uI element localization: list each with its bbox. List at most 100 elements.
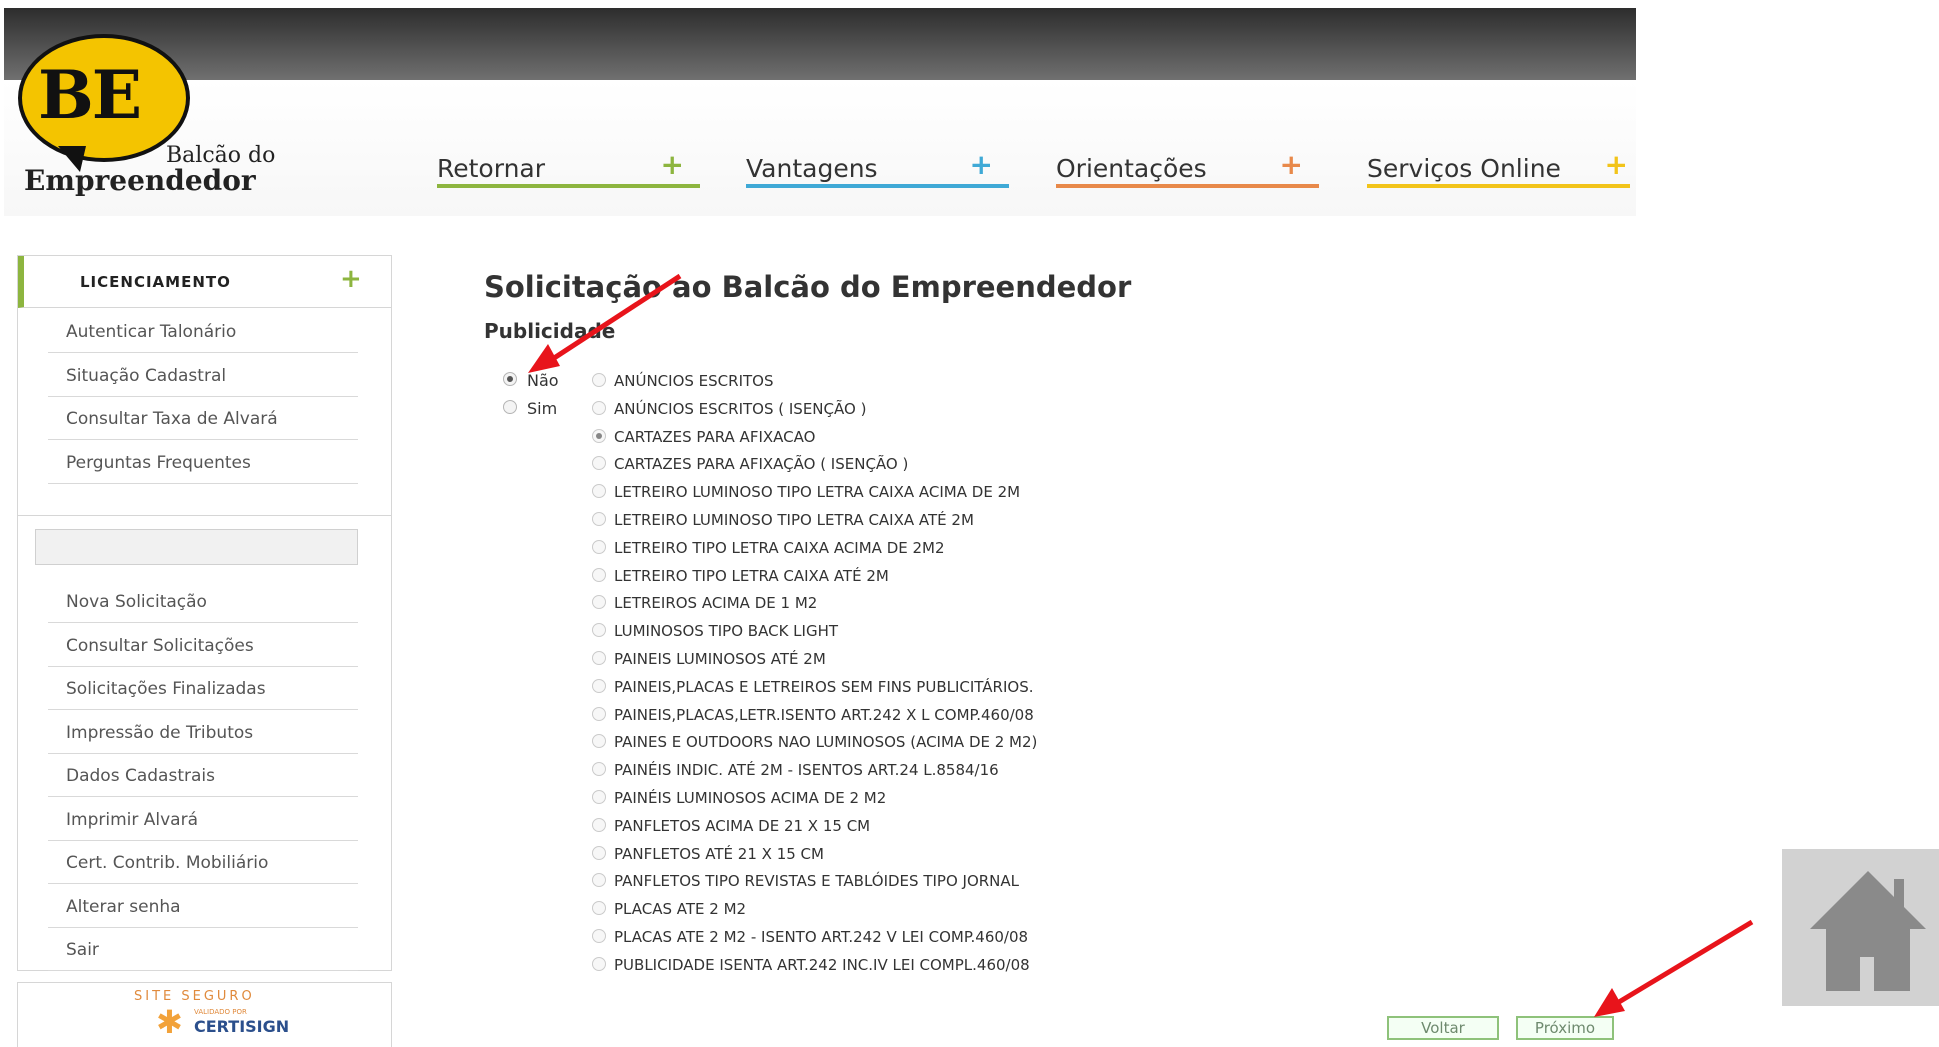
- sidebar-item-0[interactable]: Nova Solicitação: [48, 580, 358, 623]
- option-label: PAINES E OUTDOORS NAO LUMINOSOS (ACIMA D…: [614, 733, 1038, 752]
- option-radio[interactable]: [592, 873, 606, 888]
- logo-text-line2: Empreendedor: [24, 164, 256, 197]
- nav-vantagens[interactable]: Vantagens +: [746, 148, 1009, 188]
- sidebar-item-top-0[interactable]: Autenticar Talonário: [48, 310, 358, 353]
- option-radio[interactable]: [592, 734, 606, 749]
- nav-servicos-online[interactable]: Serviços Online +: [1367, 148, 1630, 188]
- option-radio[interactable]: [592, 512, 606, 526]
- option-label: PAINEIS LUMINOSOS ATÉ 2M: [614, 650, 826, 668]
- sidebar-divider: [18, 515, 391, 516]
- plus-icon: +: [340, 264, 362, 294]
- certisign-star-icon: ✱: [156, 1003, 183, 1041]
- option-label: PAINEIS,PLACAS E LETREIROS SEM FINS PUBL…: [614, 677, 1034, 696]
- option-label: PAINÉIS LUMINOSOS ACIMA DE 2 M2: [614, 789, 887, 807]
- annotation-arrow-proximo: [1594, 919, 1754, 1017]
- option-radio[interactable]: [592, 929, 606, 943]
- option-label: ANÚNCIOS ESCRITOS ( ISENÇÃO ): [614, 399, 867, 418]
- sidebar-item-top-1[interactable]: Situação Cadastral: [48, 354, 358, 397]
- option-radio[interactable]: [592, 456, 606, 471]
- sidebar-item-label: Perguntas Frequentes: [66, 452, 251, 473]
- sidebar-item-top-2[interactable]: Consultar Taxa de Alvará: [48, 397, 358, 440]
- nav-label: Orientações: [1056, 154, 1207, 183]
- option-label: CARTAZES PARA AFIXACAO: [614, 427, 816, 446]
- option-radio[interactable]: [592, 651, 606, 665]
- home-button[interactable]: [1782, 849, 1939, 1006]
- sidebar-item-label: Consultar Taxa de Alvará: [66, 409, 278, 429]
- option-label: ANÚNCIOS ESCRITOS: [614, 372, 774, 390]
- sidebar: LICENCIAMENTO + Autenticar Talonário Situ…: [17, 255, 392, 971]
- option-label: PANFLETOS ACIMA DE 21 X 15 CM: [614, 816, 871, 835]
- sidebar-item-label: Cert. Contrib. Mobiliário: [66, 853, 269, 873]
- logo-initials: BE: [38, 56, 142, 134]
- option-radio[interactable]: [592, 400, 606, 415]
- plus-icon: +: [1604, 148, 1628, 181]
- secure-site-seal[interactable]: SITE SEGURO ✱ VALIDADO POR CERTISIGN: [17, 982, 392, 1047]
- radio-sim[interactable]: [503, 400, 517, 414]
- option-label: CARTAZES PARA AFIXAÇÃO ( ISENÇÃO ): [614, 455, 909, 474]
- sidebar-item-label: Consultar Solicitações: [66, 635, 254, 656]
- sidebar-item-7[interactable]: Alterar senha: [48, 885, 358, 928]
- sidebar-item-label: Nova Solicitação: [66, 592, 207, 612]
- option-radio[interactable]: [592, 762, 606, 777]
- seal-brand: CERTISIGN: [194, 1017, 290, 1036]
- option-radio[interactable]: [592, 817, 606, 832]
- sidebar-item-label: Sair: [66, 940, 99, 960]
- option-label: PAINÉIS INDIC. ATÉ 2M - ISENTOS ART.24 L…: [614, 761, 999, 780]
- next-button[interactable]: Próximo: [1516, 1016, 1614, 1040]
- sidebar-item-label: Situação Cadastral: [66, 365, 227, 386]
- page-title: Solicitação ao Balcão do Empreendedor: [484, 270, 1132, 304]
- option-radio[interactable]: [592, 623, 606, 638]
- sidebar-item-2[interactable]: Solicitações Finalizadas: [48, 667, 358, 710]
- sidebar-item-label: Dados Cadastrais: [66, 766, 215, 786]
- section-title: Publicidade: [484, 319, 616, 343]
- sidebar-item-label: Autenticar Talonário: [66, 322, 237, 342]
- plus-icon: +: [1279, 148, 1303, 181]
- sidebar-item-8[interactable]: Sair: [48, 928, 358, 971]
- back-button[interactable]: Voltar: [1387, 1016, 1499, 1040]
- sidebar-item-label: Solicitações Finalizadas: [66, 679, 266, 699]
- option-radio[interactable]: [592, 956, 606, 971]
- nav-label: Retornar: [437, 154, 546, 183]
- option-label: PLACAS ATE 2 M2 - ISENTO ART.242 V LEI C…: [614, 928, 1029, 946]
- nav-label: Vantagens: [746, 154, 878, 183]
- seal-validated: VALIDADO POR: [194, 1008, 247, 1016]
- sidebar-item-1[interactable]: Consultar Solicitações: [48, 624, 358, 667]
- sidebar-item-4[interactable]: Dados Cadastrais: [48, 754, 358, 797]
- option-radio[interactable]: [592, 484, 606, 499]
- option-label: LUMINOSOS TIPO BACK LIGHT: [614, 622, 839, 641]
- option-radio[interactable]: [592, 373, 606, 387]
- sidebar-item-label: Alterar senha: [66, 896, 181, 917]
- sidebar-item-6[interactable]: Cert. Contrib. Mobiliário: [48, 841, 358, 884]
- option-label: LETREIRO TIPO LETRA CAIXA ATÉ 2M: [614, 566, 889, 585]
- option-radio[interactable]: [592, 595, 606, 610]
- sidebar-header[interactable]: LICENCIAMENTO +: [18, 256, 391, 308]
- option-radio[interactable]: [592, 901, 606, 916]
- option-radio[interactable]: [592, 790, 606, 804]
- sidebar-item-3[interactable]: Impressão de Tributos: [48, 711, 358, 754]
- seal-title: SITE SEGURO: [134, 989, 255, 1004]
- option-label: PLACAS ATE 2 M2: [614, 900, 747, 919]
- sidebar-item-label: Impressão de Tributos: [66, 722, 254, 743]
- nav-label: Serviços Online: [1367, 154, 1561, 183]
- option-radio[interactable]: [592, 539, 606, 554]
- plus-icon: +: [969, 148, 993, 181]
- option-radio[interactable]: [592, 567, 606, 582]
- option-label: PANFLETOS TIPO REVISTAS E TABLÓIDES TIPO…: [614, 872, 1020, 891]
- sidebar-item-top-3[interactable]: Perguntas Frequentes: [48, 441, 358, 484]
- option-label: LETREIRO TIPO LETRA CAIXA ACIMA DE 2M2: [614, 538, 945, 557]
- option-radio[interactable]: [592, 428, 606, 443]
- top-bar: [4, 8, 1636, 80]
- sidebar-item-5[interactable]: Imprimir Alvará: [48, 798, 358, 841]
- option-label: PAINEIS,PLACAS,LETR.ISENTO ART.242 X L C…: [614, 705, 1034, 724]
- radio-nao[interactable]: [503, 372, 517, 386]
- sidebar-header-label: LICENCIAMENTO: [80, 273, 231, 291]
- option-radio[interactable]: [592, 678, 606, 693]
- sidebar-search-input[interactable]: [35, 529, 358, 565]
- option-radio[interactable]: [592, 706, 606, 721]
- radio-label: Não: [527, 371, 559, 390]
- nav-orientacoes[interactable]: Orientações +: [1056, 148, 1319, 188]
- option-label: LETREIROS ACIMA DE 1 M2: [614, 594, 818, 613]
- option-radio[interactable]: [592, 845, 606, 860]
- plus-icon: +: [660, 148, 684, 181]
- nav-retornar[interactable]: Retornar +: [437, 148, 700, 188]
